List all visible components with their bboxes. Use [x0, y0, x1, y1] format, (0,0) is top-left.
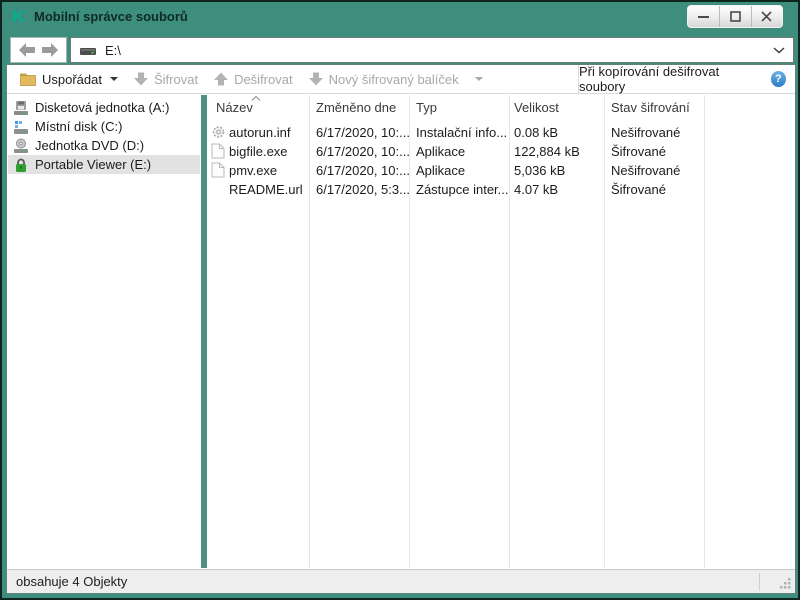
nav-buttons [10, 37, 67, 63]
organize-label: Uspořádat [42, 71, 102, 87]
organize-button[interactable]: Uspořádat [15, 67, 123, 91]
column-header-size[interactable]: Velikost [514, 100, 559, 115]
decrypt-button[interactable]: Dešifrovat [209, 67, 298, 91]
sidebar-item-drive-d[interactable]: Jednotka DVD (D:) [8, 136, 200, 155]
encrypt-label: Šifrovat [153, 71, 199, 87]
file-row[interactable]: pmv.exe 6/17/2020, 10:... Aplikace 5,036… [207, 161, 795, 180]
address-text: E:\ [105, 42, 121, 58]
file-type: Aplikace [416, 163, 466, 178]
file-modified: 6/17/2020, 10:... [316, 125, 410, 140]
close-button[interactable] [750, 6, 782, 27]
status-divider [759, 573, 760, 591]
file-modified: 6/17/2020, 10:... [316, 144, 410, 159]
decrypt-label: Dešifrovat [234, 71, 293, 87]
window-title: Mobilní správce souborů [34, 9, 188, 24]
arrow-down-icon [133, 72, 148, 86]
status-bar: obsahuje 4 Objekty [7, 569, 795, 593]
file-icon [211, 162, 225, 178]
file-name: bigfile.exe [229, 144, 288, 159]
drive-label: Disketová jednotka (A:) [35, 100, 170, 115]
file-status: Nešifrované [611, 163, 681, 178]
sidebar-item-drive-a[interactable]: Disketová jednotka (A:) [8, 98, 200, 117]
app-window: K Mobilní správce souborů E:\ Uspořádat … [0, 0, 800, 600]
drive-label: Jednotka DVD (D:) [35, 138, 145, 153]
forward-button[interactable] [42, 43, 58, 57]
file-size: 0.08 kB [514, 125, 559, 140]
main-panel: Uspořádat Šifrovat Dešifrovat Nový šifro… [6, 64, 796, 594]
drive-label: Místní disk (C:) [35, 119, 123, 134]
new-package-dropdown-icon [474, 77, 483, 81]
sidebar-item-drive-c[interactable]: Místní disk (C:) [8, 117, 200, 136]
drive-icon [80, 47, 96, 55]
file-modified: 6/17/2020, 5:3... [316, 182, 410, 197]
file-row[interactable]: autorun.inf 6/17/2020, 10:... Instalační… [207, 123, 795, 142]
file-type: Instalační info... [416, 125, 508, 140]
file-size: 5,036 kB [514, 163, 566, 178]
column-header-modified[interactable]: Změněno dne [316, 100, 396, 115]
minimize-icon [698, 16, 710, 18]
file-type: Zástupce inter... [416, 182, 509, 197]
organize-dropdown-icon [109, 77, 118, 81]
column-header-status[interactable]: Stav šifrování [611, 100, 690, 115]
content-area: Disketová jednotka (A:) Místní disk (C:) [7, 95, 795, 568]
new-encrypted-package-label: Nový šifrovaný balíček [328, 71, 459, 87]
toolbar: Uspořádat Šifrovat Dešifrovat Nový šifro… [7, 64, 795, 94]
copy-decrypt-option-label: Při kopírování dešifrovat soubory [579, 64, 720, 94]
file-name: autorun.inf [229, 125, 291, 140]
new-encrypted-package-button[interactable]: Nový šifrovaný balíček [304, 67, 488, 91]
chevron-down-icon[interactable] [773, 46, 785, 54]
file-status: Šifrované [611, 182, 666, 197]
column-header-name[interactable]: Název [216, 100, 253, 115]
help-icon[interactable]: ? [770, 71, 786, 87]
titlebar[interactable]: K Mobilní správce souborů [2, 2, 798, 32]
kaspersky-logo-icon: K [12, 7, 25, 26]
lock-icon [16, 158, 26, 172]
file-row[interactable]: bigfile.exe 6/17/2020, 10:... Aplikace 1… [207, 142, 795, 161]
file-name: README.url [229, 182, 303, 197]
hard-drive-icon [14, 120, 28, 134]
file-size: 122,884 kB [514, 144, 580, 159]
status-text: obsahuje 4 Objekty [16, 574, 128, 589]
resize-grip[interactable] [778, 576, 792, 590]
file-name: pmv.exe [229, 163, 278, 178]
file-row[interactable]: README.url 6/17/2020, 5:3... Zástupce in… [207, 180, 795, 199]
dvd-drive-icon [14, 138, 28, 153]
arrow-up-icon [214, 72, 229, 86]
toolbar-left: Uspořádat Šifrovat Dešifrovat Nový šifro… [7, 67, 578, 91]
file-size: 4.07 kB [514, 182, 559, 197]
encrypt-button[interactable]: Šifrovat [129, 67, 203, 91]
address-bar[interactable]: E:\ [70, 37, 794, 63]
file-status: Šifrované [611, 144, 666, 159]
floppy-drive-icon [14, 100, 28, 115]
maximize-icon [730, 11, 741, 22]
drive-label: Portable Viewer (E:) [35, 157, 152, 172]
minimize-button[interactable] [688, 6, 719, 27]
back-button[interactable] [19, 43, 35, 57]
column-header-type[interactable]: Typ [416, 100, 437, 115]
maximize-button[interactable] [719, 6, 750, 27]
arrow-down-icon [308, 72, 323, 86]
folder-icon [20, 73, 36, 86]
toolbar-right: Při kopírování dešifrovat soubory ? [578, 64, 795, 94]
drive-sidebar: Disketová jednotka (A:) Místní disk (C:) [7, 95, 201, 568]
gear-file-icon [212, 126, 225, 138]
file-type: Aplikace [416, 144, 466, 159]
file-list: Název Změněno dne Typ Velikost Stav šifr… [207, 95, 795, 568]
close-icon [761, 11, 772, 22]
window-controls [687, 5, 783, 28]
file-modified: 6/17/2020, 10:... [316, 163, 410, 178]
file-status: Nešifrované [611, 125, 681, 140]
sidebar-item-drive-e[interactable]: Portable Viewer (E:) [8, 155, 200, 174]
file-icon [211, 143, 225, 159]
